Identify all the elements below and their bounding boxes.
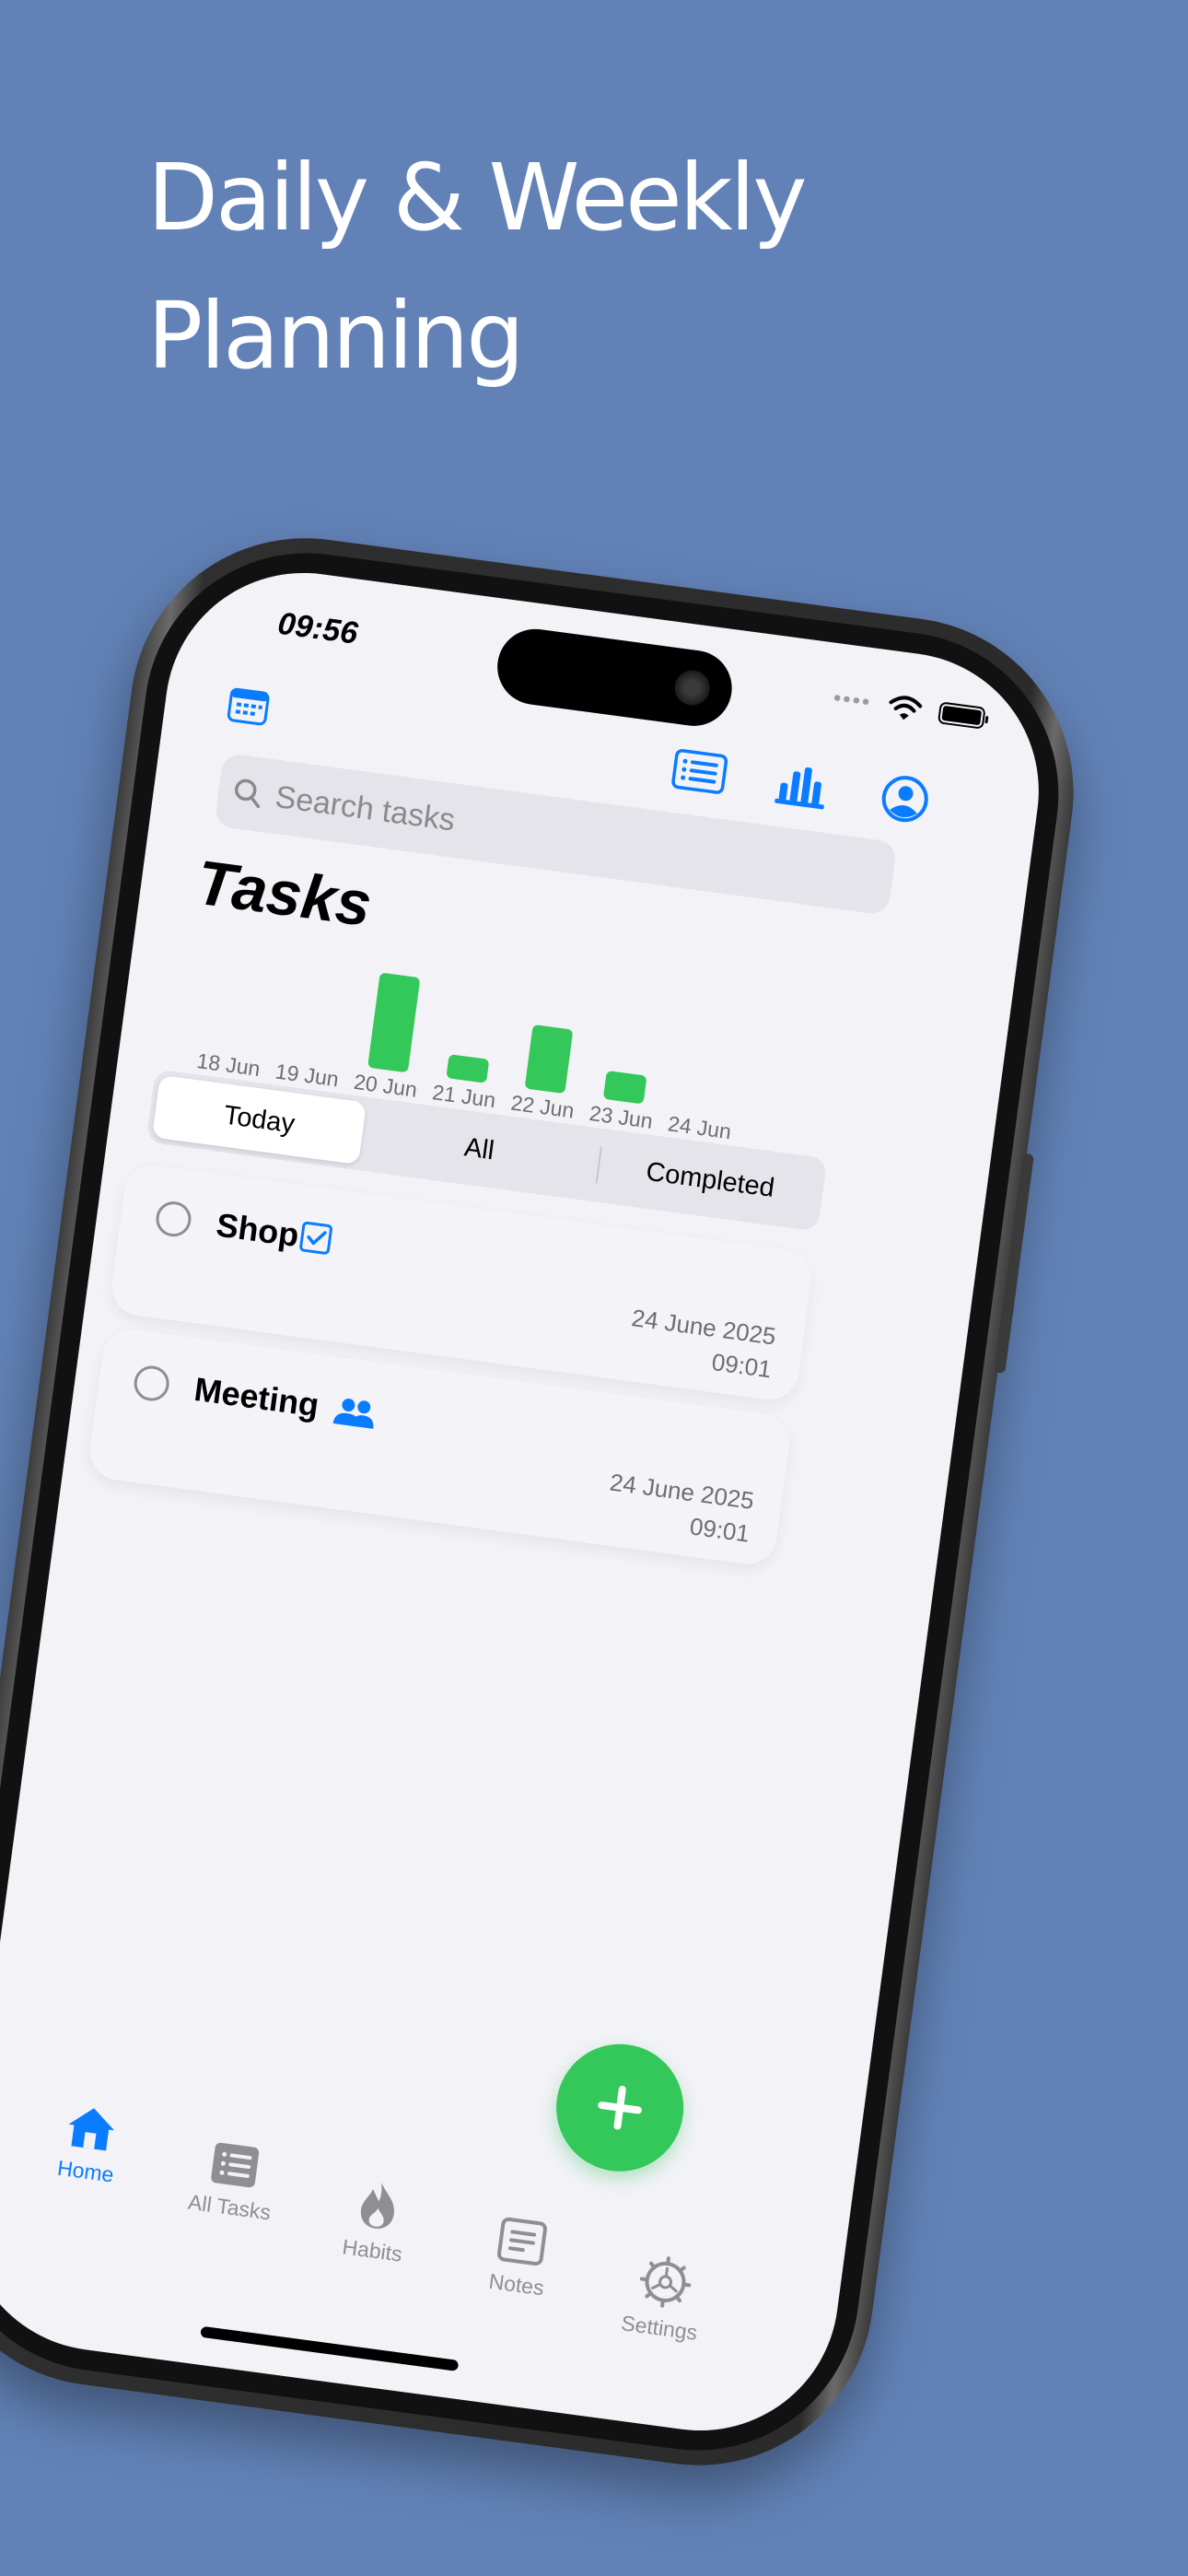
calendar-icon[interactable]: [226, 685, 272, 731]
task-checkbox[interactable]: [132, 1364, 171, 1403]
list-view-icon[interactable]: [670, 748, 728, 800]
page-title: Tasks: [192, 847, 376, 941]
task-date: 24 June 2025: [630, 1304, 778, 1351]
tab-habits[interactable]: Habits: [302, 2172, 450, 2272]
tab-notes[interactable]: Notes: [447, 2209, 594, 2306]
tab-label: Habits: [341, 2234, 404, 2266]
search-icon: [234, 779, 261, 809]
dynamic-island: [493, 624, 737, 731]
tab-bar: Home All Tasks Habits Notes Settings: [0, 2100, 850, 2345]
chart-bar: [602, 1070, 647, 1105]
status-time: 09:56: [275, 605, 360, 651]
add-task-button[interactable]: [548, 2036, 692, 2180]
segment-completed[interactable]: Completed: [600, 1135, 821, 1225]
plus-icon: [598, 2085, 642, 2130]
screen: 09:56 •••• Search tasks Tasks 18 Jun 19 …: [0, 556, 1056, 2448]
people-icon: [331, 1394, 379, 1435]
tab-all-tasks[interactable]: All Tasks: [159, 2134, 307, 2229]
task-checkbox[interactable]: [154, 1199, 193, 1239]
phone: 09:56 •••• Search tasks Tasks 18 Jun 19 …: [0, 516, 1096, 2488]
tab-label: Home: [55, 2155, 116, 2187]
note-icon: [497, 2217, 547, 2266]
battery-icon: [937, 701, 986, 730]
stats-icon[interactable]: [774, 762, 829, 815]
house-icon: [68, 2108, 115, 2151]
camera-icon: [672, 668, 713, 708]
chart-bar: [367, 972, 421, 1073]
list-icon: [211, 2142, 260, 2188]
task-time: 09:01: [688, 1512, 751, 1548]
tab-label: All Tasks: [186, 2189, 273, 2225]
task-time: 09:01: [710, 1347, 774, 1384]
headline: Daily & Weekly Planning: [147, 129, 808, 405]
task-name: Shop: [214, 1205, 302, 1255]
tab-home[interactable]: Home: [16, 2096, 163, 2193]
flame-icon: [360, 2183, 394, 2229]
task-date: 24 June 2025: [608, 1468, 756, 1516]
gear-icon: [639, 2256, 692, 2308]
profile-icon[interactable]: [878, 772, 932, 830]
tab-label: Notes: [487, 2268, 546, 2301]
chart-bar: [446, 1054, 490, 1083]
chart-bar: [524, 1024, 574, 1095]
status-icons: ••••: [832, 685, 986, 732]
signal-icon: ••••: [832, 685, 873, 716]
tab-settings[interactable]: Settings: [589, 2247, 738, 2349]
headline-line-2: Planning: [147, 282, 525, 390]
task-name: Meeting: [192, 1369, 321, 1424]
headline-line-1: Daily & Weekly: [147, 144, 808, 252]
checkbox-icon: [297, 1221, 333, 1260]
tab-label: Settings: [620, 2311, 699, 2345]
home-indicator: [200, 2325, 460, 2371]
wifi-icon: [889, 696, 923, 720]
